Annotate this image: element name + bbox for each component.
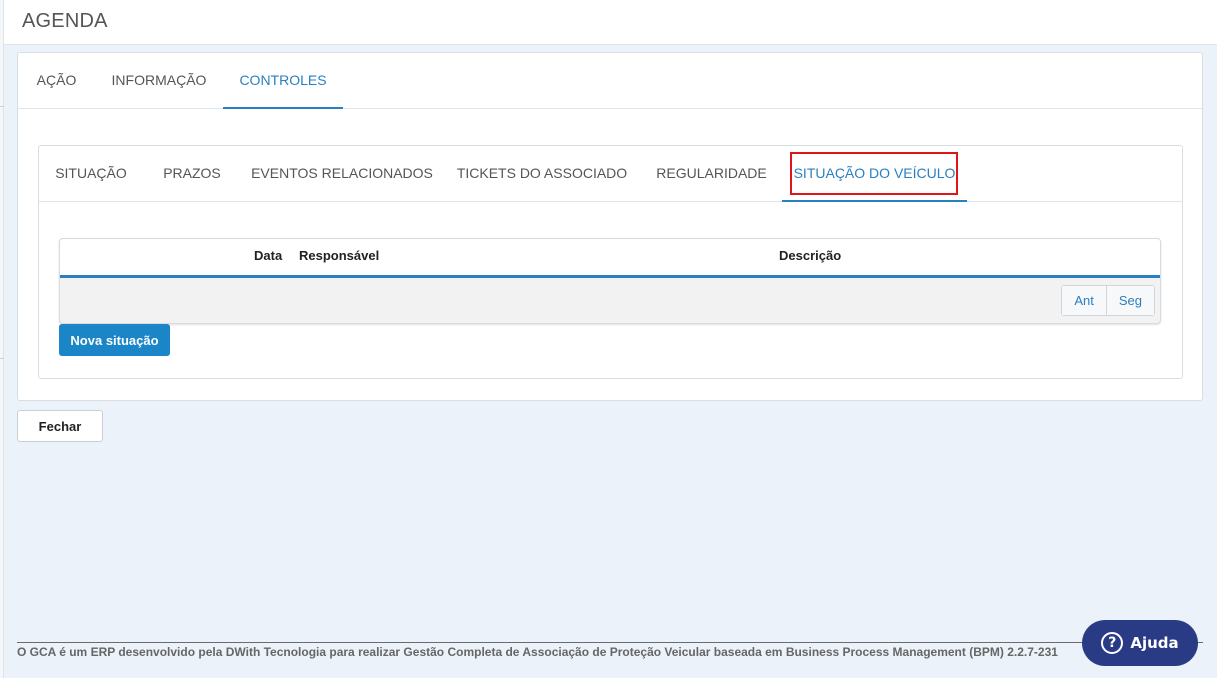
left-rail <box>0 0 4 678</box>
column-header-descricao[interactable]: Descrição <box>779 239 841 275</box>
prev-page-button[interactable]: Ant <box>1062 286 1106 315</box>
tab-controles[interactable]: CONTROLES <box>223 53 343 109</box>
help-label: Ajuda <box>1130 634 1179 652</box>
page-header: AGENDA <box>4 0 1217 45</box>
column-header-data[interactable]: Data <box>254 239 282 275</box>
help-button[interactable]: ? Ajuda <box>1082 620 1198 666</box>
question-icon: ? <box>1101 632 1124 654</box>
tab-situacao[interactable]: SITUAÇÃO <box>39 146 143 202</box>
tab-tickets-do-associado[interactable]: TICKETS DO ASSOCIADO <box>443 146 641 202</box>
agenda-panel: AÇÃO INFORMAÇÃO CONTROLES SITUAÇÃO PRAZO… <box>17 52 1203 401</box>
tab-regularidade[interactable]: REGULARIDADE <box>641 146 782 202</box>
page-title: AGENDA <box>22 10 108 32</box>
tab-informacao[interactable]: INFORMAÇÃO <box>95 53 223 109</box>
column-header-responsavel[interactable]: Responsável <box>299 239 379 275</box>
tab-situacao-do-veiculo-label: SITUAÇÃO DO VEÍCULO <box>793 165 956 181</box>
tab-situacao-do-veiculo[interactable]: SITUAÇÃO DO VEÍCULO <box>782 146 967 202</box>
new-situation-button[interactable]: Nova situação <box>59 324 170 356</box>
rail-tick <box>0 106 4 107</box>
footer-divider <box>17 642 1203 643</box>
close-button[interactable]: Fechar <box>17 410 103 442</box>
situations-table: Data Responsável Descrição Ant Seg <box>59 238 1161 324</box>
table-header: Data Responsável Descrição <box>60 239 1160 278</box>
rail-tick <box>0 358 4 359</box>
tab-prazos[interactable]: PRAZOS <box>143 146 241 202</box>
main-tabs: AÇÃO INFORMAÇÃO CONTROLES <box>18 53 1202 109</box>
sub-tabs: SITUAÇÃO PRAZOS EVENTOS RELACIONADOS TIC… <box>39 146 1182 202</box>
pager: Ant Seg <box>1061 285 1155 316</box>
tab-eventos-relacionados[interactable]: EVENTOS RELACIONADOS <box>241 146 443 202</box>
next-page-button[interactable]: Seg <box>1105 286 1154 315</box>
tab-acao[interactable]: AÇÃO <box>18 53 95 109</box>
footer-text: O GCA é um ERP desenvolvido pela DWith T… <box>17 645 1058 659</box>
controles-panel: SITUAÇÃO PRAZOS EVENTOS RELACIONADOS TIC… <box>38 145 1183 379</box>
